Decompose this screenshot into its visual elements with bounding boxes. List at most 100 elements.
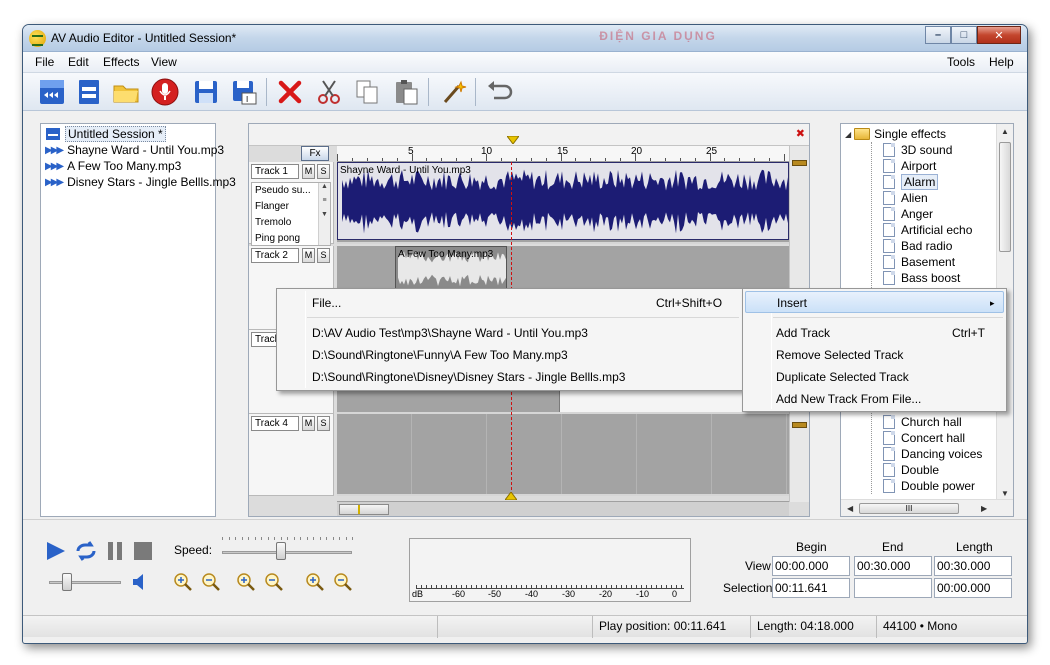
track-resize-handle[interactable] — [792, 422, 807, 428]
close-editor-icon[interactable]: ✖ — [796, 127, 805, 140]
track-4-lane[interactable] — [337, 414, 789, 496]
undo-button[interactable] — [484, 76, 516, 108]
scroll-right-icon[interactable]: ▶ — [981, 504, 987, 513]
scroll-down-icon[interactable]: ▼ — [1001, 489, 1009, 498]
effects-horizontal-scrollbar[interactable]: ◀ III ▶ — [841, 499, 1013, 516]
effect-entry[interactable]: Tremolo — [255, 217, 291, 228]
cut-button[interactable] — [313, 76, 345, 108]
solo-button[interactable]: S — [317, 248, 330, 263]
speed-slider-thumb[interactable] — [275, 542, 286, 560]
title-bar[interactable]: AV Audio Editor - Untitled Session* ĐIỆN… — [23, 25, 1027, 52]
collapse-arrow-icon[interactable]: ◢ — [845, 130, 851, 139]
playhead-marker-icon[interactable] — [507, 136, 519, 144]
menu-effects[interactable]: Effects — [103, 55, 139, 69]
menu-tools[interactable]: Tools — [947, 55, 975, 69]
mute-button[interactable]: M — [302, 416, 315, 431]
menu-help[interactable]: Help — [989, 55, 1014, 69]
menu-item-file[interactable]: File... Ctrl+Shift+O — [277, 292, 743, 314]
menu-item-add-track-from-file[interactable]: Add New Track From File... — [743, 388, 1006, 410]
menu-item-remove-track[interactable]: Remove Selected Track — [743, 344, 1006, 366]
timeline-scroll-thumb[interactable] — [339, 504, 389, 515]
mute-button[interactable]: M — [302, 248, 315, 263]
effect-tree-item[interactable]: Alien — [883, 190, 928, 206]
effect-tree-item[interactable]: Airport — [883, 158, 936, 174]
menu-item-insert[interactable]: Insert ▸ — [745, 291, 1004, 313]
track-label[interactable]: Track 4 — [251, 416, 299, 431]
delete-button[interactable] — [274, 76, 306, 108]
effect-tree-item[interactable]: Bad radio — [883, 238, 952, 254]
new-file-button[interactable] — [73, 76, 105, 108]
menu-item-duplicate-track[interactable]: Duplicate Selected Track — [743, 366, 1006, 388]
track-label[interactable]: Track 2 — [251, 248, 299, 263]
save-as-button[interactable]: I — [228, 76, 260, 108]
effect-tree-item[interactable]: Double — [883, 462, 939, 478]
effects-scroll-thumb[interactable] — [999, 142, 1011, 252]
track-resize-handle[interactable] — [792, 160, 807, 166]
audio-clip[interactable]: A Few Too Many.mp3 — [395, 246, 507, 290]
zoom-in-vertical-icon[interactable] — [236, 572, 256, 592]
effects-hscroll-thumb[interactable]: III — [859, 503, 959, 514]
effect-entry[interactable]: Flanger — [255, 201, 289, 212]
session-root[interactable]: Untitled Session * — [45, 126, 166, 142]
scroll-up-icon[interactable]: ▲ — [1001, 127, 1009, 136]
solo-button[interactable]: S — [317, 416, 330, 431]
speed-slider[interactable] — [222, 551, 352, 554]
pause-button[interactable] — [105, 541, 125, 561]
session-file-item[interactable]: ▶▶▶ Disney Stars - Jingle Bellls.mp3 — [45, 174, 236, 190]
menu-file[interactable]: File — [35, 55, 54, 69]
selection-length-field[interactable]: 00:00.000 — [934, 578, 1012, 598]
effect-tree-item[interactable]: Alarm — [883, 174, 939, 190]
zoom-fit-icon[interactable] — [333, 572, 353, 592]
audio-clip[interactable]: Shayne Ward - Until You.mp3 — [337, 162, 789, 240]
paste-button[interactable] — [390, 76, 422, 108]
record-button[interactable] — [149, 76, 181, 108]
selection-begin-field[interactable]: 00:11.641 — [772, 578, 850, 598]
effect-tree-item[interactable]: Basement — [883, 254, 955, 270]
view-begin-field[interactable]: 00:00.000 — [772, 556, 850, 576]
menu-item-recent-file[interactable]: D:\AV Audio Test\mp3\Shayne Ward - Until… — [277, 322, 743, 344]
timeline-ruler[interactable]: 5 10 15 20 25 — [337, 146, 789, 162]
menu-edit[interactable]: Edit — [68, 55, 89, 69]
effect-entry[interactable]: Ping pong — [255, 233, 300, 244]
zoom-selection-icon[interactable] — [305, 572, 325, 592]
track-effects-list[interactable]: Pseudo su... Flanger Tremolo Ping pong ▲… — [251, 182, 331, 246]
tree-root-single-effects[interactable]: ◢ Single effects — [845, 126, 946, 142]
zoom-out-vertical-icon[interactable] — [264, 572, 284, 592]
speaker-icon[interactable] — [131, 573, 147, 591]
view-length-field[interactable]: 00:30.000 — [934, 556, 1012, 576]
effect-tree-item[interactable]: Church hall — [883, 414, 962, 430]
scroll-left-icon[interactable]: ◀ — [847, 504, 853, 513]
volume-slider[interactable] — [49, 581, 121, 584]
stop-button[interactable] — [133, 541, 153, 561]
magic-wand-button[interactable] — [437, 76, 469, 108]
effect-entry[interactable]: Pseudo su... — [255, 185, 311, 196]
selection-end-field[interactable] — [854, 578, 932, 598]
effect-tree-item[interactable]: Concert hall — [883, 430, 965, 446]
session-file-item[interactable]: ▶▶▶ A Few Too Many.mp3 — [45, 158, 181, 174]
loop-button[interactable] — [75, 541, 97, 561]
play-button[interactable] — [45, 541, 67, 561]
new-session-button[interactable] — [36, 76, 68, 108]
save-button[interactable] — [190, 76, 222, 108]
solo-button[interactable]: S — [317, 164, 330, 179]
effect-tree-item[interactable]: Anger — [883, 206, 933, 222]
effect-tree-item[interactable]: Artificial echo — [883, 222, 972, 238]
timeline-scrollbar[interactable] — [337, 501, 789, 516]
minimize-button[interactable]: – — [925, 26, 951, 44]
menu-item-add-track[interactable]: Add Track Ctrl+T — [743, 322, 1006, 344]
fx-button[interactable]: Fx — [301, 146, 329, 161]
track-label[interactable]: Track 1 — [251, 164, 299, 179]
close-button[interactable]: ✕ — [977, 26, 1021, 44]
playhead-bottom-marker-icon[interactable] — [505, 492, 517, 500]
open-button[interactable] — [110, 76, 142, 108]
menu-item-recent-file[interactable]: D:\Sound\Ringtone\Disney\Disney Stars - … — [277, 366, 743, 388]
session-file-item[interactable]: ▶▶▶ Shayne Ward - Until You.mp3 — [45, 142, 224, 158]
effect-tree-item[interactable]: Bass boost — [883, 270, 960, 286]
zoom-in-horizontal-icon[interactable] — [173, 572, 193, 592]
zoom-out-horizontal-icon[interactable] — [201, 572, 221, 592]
menu-item-recent-file[interactable]: D:\Sound\Ringtone\Funny\A Few Too Many.m… — [277, 344, 743, 366]
volume-slider-thumb[interactable] — [62, 573, 72, 591]
effect-tree-item[interactable]: Double power — [883, 478, 975, 494]
view-end-field[interactable]: 00:30.000 — [854, 556, 932, 576]
effect-tree-item[interactable]: 3D sound — [883, 142, 952, 158]
